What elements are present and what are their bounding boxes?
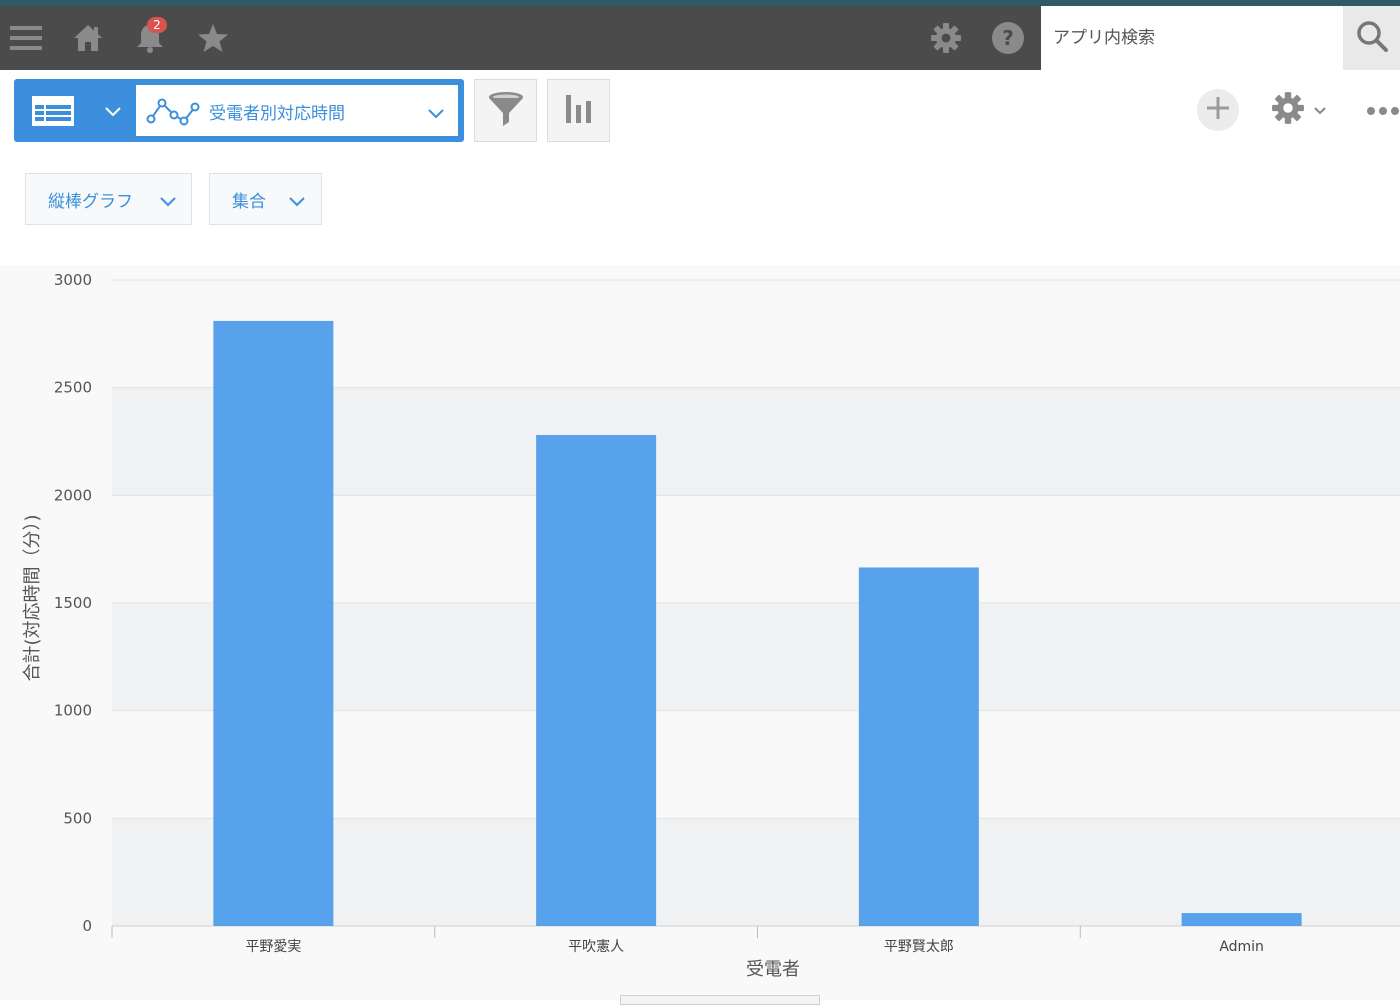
view-switcher: 受電者別対応時間 xyxy=(14,79,464,142)
y-tick-label: 500 xyxy=(63,809,92,827)
funnel-icon xyxy=(486,89,526,133)
home-icon[interactable] xyxy=(70,6,106,70)
y-tick-label: 0 xyxy=(82,917,92,935)
x-tick-label: 平吹憲人 xyxy=(568,938,624,955)
bar xyxy=(1181,913,1302,926)
notification-badge: 2 xyxy=(147,17,167,33)
chevron-down-icon xyxy=(288,193,306,212)
more-icon xyxy=(1366,101,1400,120)
bar-chart-icon xyxy=(564,93,594,129)
x-tick-label: Admin xyxy=(1219,939,1264,955)
add-record-button[interactable] xyxy=(1197,89,1239,131)
chart-type-label: 縦棒グラフ xyxy=(48,191,133,212)
graph-selector[interactable]: 受電者別対応時間 xyxy=(136,85,458,136)
more-button[interactable] xyxy=(1366,88,1400,132)
filter-button[interactable] xyxy=(474,79,537,142)
gear-icon xyxy=(1270,90,1306,130)
y-tick-label: 3000 xyxy=(54,271,92,289)
aggregation-label: 集合 xyxy=(232,191,266,212)
bell-icon[interactable] xyxy=(132,6,168,70)
list-view-dropdown[interactable] xyxy=(14,79,134,142)
svg-text:?: ? xyxy=(1002,26,1014,50)
search-icon xyxy=(1356,20,1388,56)
y-tick-label: 2000 xyxy=(54,486,92,504)
plus-icon xyxy=(1205,95,1231,125)
line-graph-icon xyxy=(146,95,200,131)
app-search-input[interactable] xyxy=(1041,6,1343,70)
bar xyxy=(858,567,979,926)
app-search-box xyxy=(1041,6,1343,70)
chevron-down-icon xyxy=(159,193,177,212)
chevron-down-icon xyxy=(104,103,122,122)
search-button[interactable] xyxy=(1343,6,1400,70)
x-tick-label: 平野賢太郎 xyxy=(884,939,954,955)
chart-area: 0 500 1000 1500 2000 2500 3000 平野愛実 平吹憲人 平野賢太郎 Adm… xyxy=(0,265,1400,1000)
help-icon[interactable]: ? xyxy=(990,6,1026,70)
bar xyxy=(536,435,657,926)
app-settings-button[interactable] xyxy=(1270,88,1326,132)
chart-scroll-handle[interactable] xyxy=(620,995,820,1005)
y-tick-label: 1500 xyxy=(54,594,92,612)
chevron-down-icon xyxy=(427,105,445,124)
star-icon[interactable] xyxy=(195,6,231,70)
bar-chart: 0 500 1000 1500 2000 2500 3000 平野愛実 平吹憲人 平野賢太郎 Adm… xyxy=(22,271,1400,980)
graph-settings-button[interactable] xyxy=(547,79,610,142)
y-axis-title: 合計(対応時間（分）) xyxy=(22,514,43,681)
gear-icon[interactable] xyxy=(926,6,966,70)
menu-icon[interactable] xyxy=(6,6,46,70)
chart-type-dropdown[interactable]: 縦棒グラフ xyxy=(25,173,192,225)
aggregation-dropdown[interactable]: 集合 xyxy=(209,173,322,225)
chevron-down-icon xyxy=(1314,101,1326,120)
y-tick-label: 1000 xyxy=(54,702,92,720)
x-axis-title: 受電者 xyxy=(746,959,800,980)
x-tick-label: 平野愛実 xyxy=(245,939,301,955)
table-icon xyxy=(31,95,75,131)
y-tick-label: 2500 xyxy=(54,379,92,397)
graph-name: 受電者別対応時間 xyxy=(209,104,345,124)
bar xyxy=(213,320,334,926)
